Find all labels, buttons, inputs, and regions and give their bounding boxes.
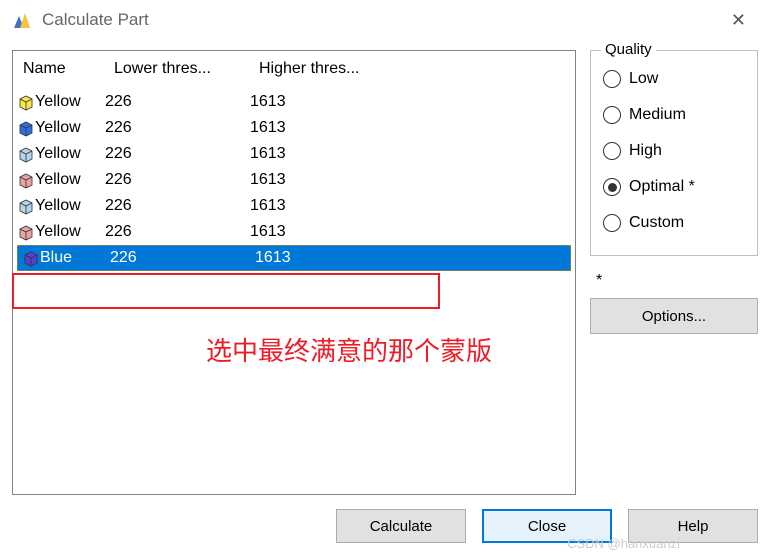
row-higher: 1613	[250, 171, 575, 189]
quality-option[interactable]: Low	[603, 61, 745, 97]
row-name: Blue	[40, 249, 110, 267]
row-name: Yellow	[35, 171, 105, 189]
titlebar: Calculate Part ✕	[0, 0, 770, 40]
cube-icon	[13, 171, 35, 189]
dialog-buttons: Calculate Close Help	[336, 509, 758, 543]
cube-icon	[13, 223, 35, 241]
row-lower: 226	[105, 223, 250, 241]
quality-option[interactable]: High	[603, 133, 745, 169]
cube-icon	[13, 119, 35, 137]
quality-option[interactable]: Optimal *	[603, 169, 745, 205]
row-higher: 1613	[250, 93, 575, 111]
quality-option-label: Medium	[629, 106, 686, 124]
cube-icon	[18, 249, 40, 267]
row-higher: 1613	[250, 197, 575, 215]
radio-icon	[603, 178, 621, 196]
options-button[interactable]: Options...	[590, 298, 758, 334]
row-higher: 1613	[250, 145, 575, 163]
cube-icon	[13, 145, 35, 163]
close-icon[interactable]: ✕	[719, 4, 758, 37]
quality-group: Quality Low Medium High Optimal * Custom	[590, 50, 758, 256]
quality-legend: Quality	[601, 41, 656, 58]
cube-icon	[13, 197, 35, 215]
radio-icon	[603, 70, 621, 88]
row-name: Yellow	[35, 197, 105, 215]
asterisk-note: *	[596, 272, 758, 290]
row-lower: 226	[105, 119, 250, 137]
quality-option[interactable]: Medium	[603, 97, 745, 133]
table-row[interactable]: Yellow 226 1613	[13, 193, 575, 219]
table-row[interactable]: Yellow 226 1613	[13, 219, 575, 245]
quality-option-label: Custom	[629, 214, 684, 232]
quality-option-label: Optimal *	[629, 178, 695, 196]
table-row[interactable]: Yellow 226 1613	[13, 115, 575, 141]
table-row[interactable]: Yellow 226 1613	[13, 141, 575, 167]
row-name: Yellow	[35, 93, 105, 111]
radio-icon	[603, 106, 621, 124]
table-row[interactable]: Blue 226 1613	[17, 245, 571, 271]
row-name: Yellow	[35, 119, 105, 137]
row-higher: 1613	[250, 223, 575, 241]
app-icon	[12, 10, 32, 30]
row-higher: 1613	[255, 249, 570, 267]
watermark: CSDN @hanxuanzi	[567, 536, 680, 551]
row-lower: 226	[105, 171, 250, 189]
quality-option-label: High	[629, 142, 662, 160]
radio-icon	[603, 142, 621, 160]
col-header-higher: Higher thres...	[259, 60, 569, 78]
row-lower: 226	[110, 249, 255, 267]
row-name: Yellow	[35, 223, 105, 241]
table-header: Name Lower thres... Higher thres...	[13, 55, 575, 83]
col-header-lower: Lower thres...	[114, 60, 259, 78]
parts-list-panel: Name Lower thres... Higher thres... Yell…	[12, 50, 576, 495]
table-row[interactable]: Yellow 226 1613	[13, 167, 575, 193]
quality-option[interactable]: Custom	[603, 205, 745, 241]
row-name: Yellow	[35, 145, 105, 163]
radio-icon	[603, 214, 621, 232]
row-lower: 226	[105, 197, 250, 215]
window-title: Calculate Part	[42, 10, 719, 30]
row-higher: 1613	[250, 119, 575, 137]
cube-icon	[13, 93, 35, 111]
row-lower: 226	[105, 93, 250, 111]
col-header-name: Name	[19, 60, 114, 78]
row-lower: 226	[105, 145, 250, 163]
quality-option-label: Low	[629, 70, 658, 88]
calculate-button[interactable]: Calculate	[336, 509, 466, 543]
table-row[interactable]: Yellow 226 1613	[13, 89, 575, 115]
